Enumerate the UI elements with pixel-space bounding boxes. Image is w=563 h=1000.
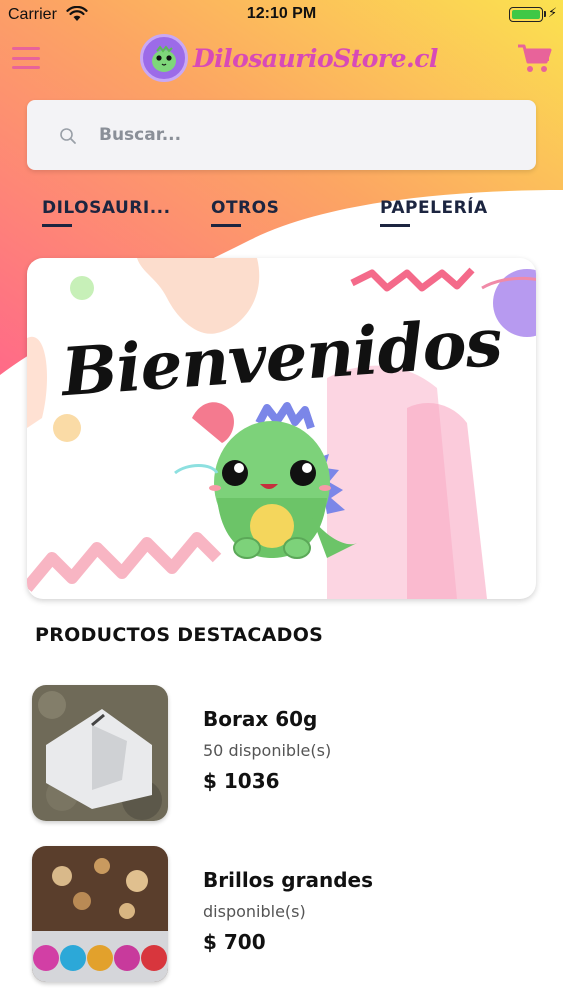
product-item-borax[interactable]: Borax 60g 50 disponible(s) $ 1036 — [32, 685, 532, 823]
charging-bolt-icon: ⚡ — [548, 6, 558, 21]
battery-level-fill — [512, 10, 540, 19]
product-name: Borax 60g — [203, 707, 318, 731]
status-time: 12:10 PM — [246, 5, 317, 22]
battery-tip — [544, 11, 546, 17]
shopping-cart-icon[interactable] — [517, 42, 553, 74]
tab-otros[interactable]: OTROS — [211, 198, 280, 227]
search-bar[interactable] — [27, 100, 536, 170]
product-name: Brillos grandes — [203, 868, 373, 892]
tab-underline — [42, 224, 72, 227]
search-input[interactable] — [99, 112, 519, 158]
hamburger-menu-icon[interactable] — [12, 47, 40, 69]
tab-papeleria[interactable]: PAPELERÍA — [380, 198, 488, 227]
product-item-brillos[interactable]: Brillos grandes disponible(s) $ 700 — [32, 846, 532, 984]
tab-underline — [380, 224, 410, 227]
featured-section-title: PRODUCTOS DESTACADOS — [35, 624, 324, 646]
product-stock: 50 disponible(s) — [203, 741, 332, 760]
search-icon — [60, 128, 76, 144]
product-price: $ 700 — [203, 930, 266, 954]
brand[interactable]: DilosaurioStore.cl — [140, 32, 438, 84]
battery-icon — [509, 7, 543, 22]
nav-bar: DilosaurioStore.cl — [0, 30, 563, 86]
status-bar: Carrier 12:10 PM ⚡ — [0, 0, 563, 30]
tab-label: OTROS — [211, 198, 280, 218]
tab-dilosaurios[interactable]: DILOSAURI... — [42, 198, 171, 227]
product-stock: disponible(s) — [203, 902, 306, 921]
product-image — [32, 846, 168, 982]
tab-underline — [211, 224, 241, 227]
welcome-banner[interactable]: Bienvenidos — [27, 258, 536, 599]
product-price: $ 1036 — [203, 769, 280, 793]
brand-name: DilosaurioStore.cl — [193, 43, 438, 73]
tab-label: PAPELERÍA — [380, 198, 488, 218]
dino-logo-icon — [140, 34, 188, 82]
category-tabs: DILOSAURI... OTROS PAPELERÍA — [0, 198, 563, 234]
tab-label: DILOSAURI... — [42, 198, 171, 218]
product-image — [32, 685, 168, 821]
